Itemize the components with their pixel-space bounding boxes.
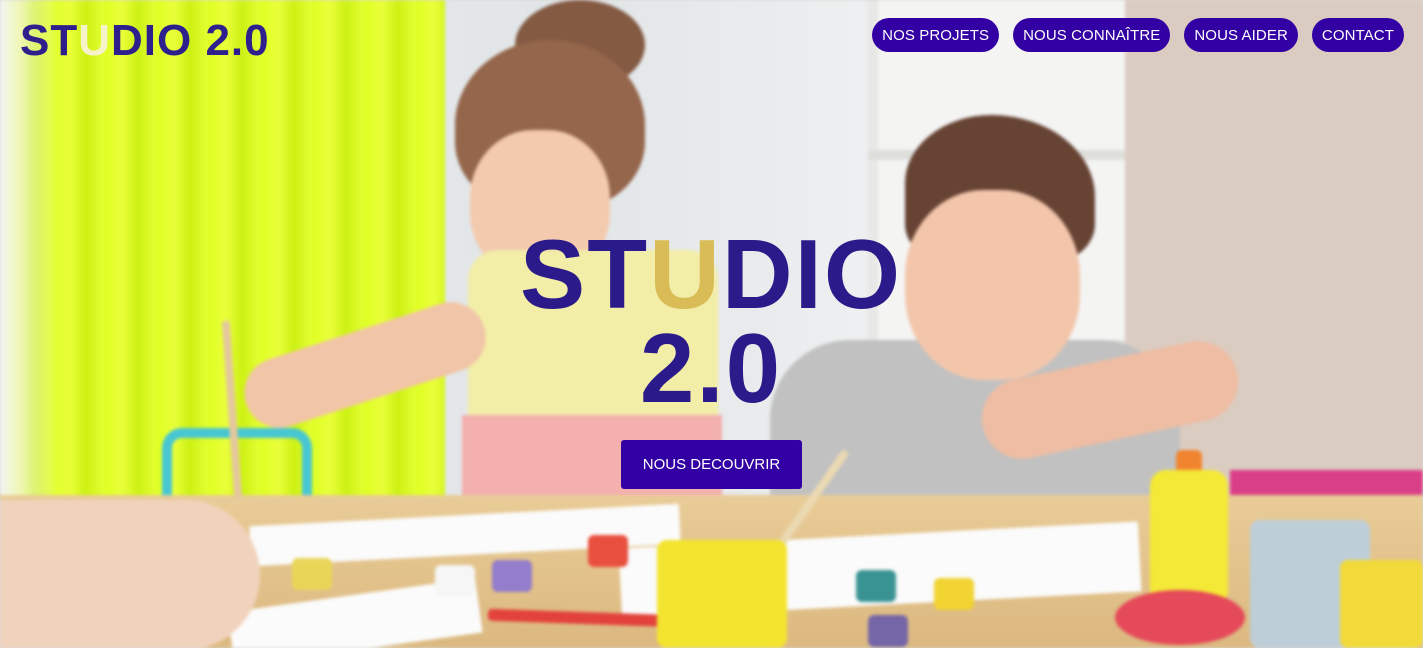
hero-title-line-2: 2.0: [639, 313, 783, 423]
logo-suffix: DIO 2.0: [111, 16, 270, 65]
logo[interactable]: STUDIO 2.0: [20, 18, 270, 64]
main-nav: NOS PROJETS NOUS CONNAÎTRE NOUS AIDER CO…: [872, 18, 1404, 52]
nav-item-connaitre[interactable]: NOUS CONNAÎTRE: [1013, 18, 1171, 52]
discover-button[interactable]: NOUS DECOUVRIR: [621, 440, 802, 489]
hero-title: STUDIO 2.0: [411, 225, 1011, 423]
logo-accent: U: [78, 16, 112, 65]
site-header: STUDIO 2.0 NOS PROJETS NOUS CONNAÎTRE NO…: [0, 0, 1423, 80]
logo-prefix: ST: [20, 16, 79, 65]
hero-title-line-1: STUDIO: [411, 225, 1011, 323]
nav-item-aider[interactable]: NOUS AIDER: [1184, 18, 1298, 52]
nav-item-projets[interactable]: NOS PROJETS: [872, 18, 1000, 52]
hero-title-prefix: ST: [519, 219, 650, 329]
nav-item-contact[interactable]: CONTACT: [1311, 18, 1404, 52]
